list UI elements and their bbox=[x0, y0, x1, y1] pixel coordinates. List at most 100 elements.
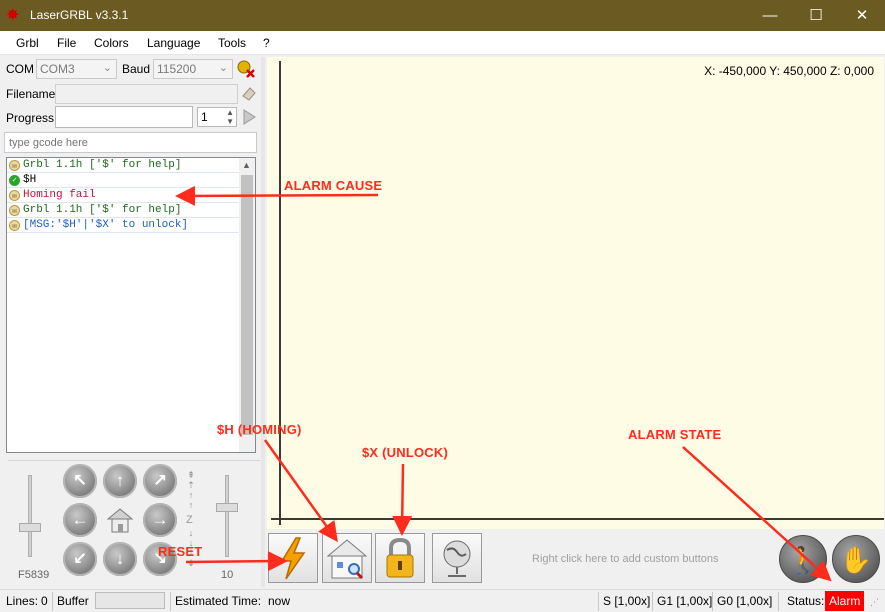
globe-icon bbox=[443, 540, 471, 577]
info-icon: ✉ bbox=[9, 190, 20, 201]
jog-up-button[interactable]: ↑ bbox=[103, 464, 137, 498]
annotation-alarm-state: ALARM STATE bbox=[628, 427, 722, 442]
custom-buttons-hint[interactable]: Right click here to add custom buttons bbox=[532, 553, 718, 565]
console-scrollbar[interactable]: ▲ bbox=[239, 158, 255, 452]
jog-up-left-button[interactable]: ↖ bbox=[63, 464, 97, 498]
baud-label: Baud bbox=[122, 62, 151, 76]
menu-bar: Grbl File Colors Language Tools ? bbox=[0, 31, 885, 55]
z-jog-up-buttons[interactable]: ⇞ ⇡ ↑ ↑ bbox=[185, 470, 197, 510]
arrow-up-icon: ↑ bbox=[115, 471, 125, 490]
jog-down-left-button[interactable]: ↙ bbox=[63, 542, 97, 576]
buffer-label: Buffer bbox=[57, 594, 89, 608]
play-icon bbox=[243, 109, 256, 125]
filename-label: Filename bbox=[6, 87, 56, 101]
stop-button[interactable]: ✋ bbox=[832, 535, 880, 583]
resize-grip-icon[interactable]: ⋰ bbox=[870, 597, 879, 608]
menu-grbl[interactable]: Grbl bbox=[9, 31, 46, 55]
status-bar: Lines: 0 Buffer Estimated Time: now S [1… bbox=[0, 589, 885, 612]
scrollbar-thumb[interactable] bbox=[241, 175, 253, 435]
com-label: COM bbox=[6, 62, 34, 76]
annotation-unlock: $X (UNLOCK) bbox=[362, 445, 448, 460]
arrow-down-icon: ↓ bbox=[115, 549, 125, 568]
menu-colors[interactable]: Colors bbox=[87, 31, 136, 55]
close-button[interactable]: ✕ bbox=[839, 0, 885, 31]
info-icon: ✉ bbox=[9, 220, 20, 231]
log-line: ✉ Homing fail bbox=[7, 188, 239, 203]
menu-help[interactable]: ? bbox=[256, 31, 277, 55]
scroll-up-icon[interactable]: ▲ bbox=[242, 160, 251, 170]
arrow-down-left-icon: ↙ bbox=[72, 549, 88, 568]
laser-logo-icon: ✸ bbox=[6, 7, 20, 24]
stop-hand-icon: ✋ bbox=[839, 545, 873, 575]
jog-left-button[interactable]: ← bbox=[63, 503, 97, 537]
jog-home-button[interactable] bbox=[104, 505, 136, 535]
log-line: ✉ Grbl 1.1h ['$' for help] bbox=[7, 158, 239, 173]
step-value: 10 bbox=[221, 569, 234, 581]
status-label: Status: bbox=[787, 594, 825, 608]
coordinates-readout: X: -450,000 Y: 450,000 Z: 0,000 bbox=[704, 64, 874, 78]
x-axis-line bbox=[271, 518, 884, 520]
progress-label: Progress bbox=[6, 111, 55, 125]
feed-slider-track[interactable] bbox=[28, 475, 32, 557]
g1-override[interactable]: G1 [1,00x] bbox=[657, 594, 712, 608]
baud-rate-select[interactable]: 115200 ⌄ bbox=[153, 59, 233, 79]
baud-rate-value: 115200 bbox=[157, 62, 197, 76]
step-slider-track[interactable] bbox=[225, 475, 229, 557]
z-axis-label: Z bbox=[186, 514, 193, 526]
console-log[interactable]: ✉ Grbl 1.1h ['$' for help] ✓ $H ✉ Homing… bbox=[6, 157, 256, 453]
estimated-time-label: Estimated Time: bbox=[175, 594, 262, 608]
separator bbox=[712, 592, 713, 611]
feed-value: F5839 bbox=[18, 569, 50, 581]
unlock-button[interactable] bbox=[375, 533, 425, 583]
reset-button[interactable] bbox=[268, 533, 318, 583]
menu-language[interactable]: Language bbox=[140, 31, 207, 55]
abort-button[interactable]: 🚶 bbox=[779, 535, 827, 583]
progress-bar bbox=[55, 106, 193, 128]
separator bbox=[652, 592, 653, 611]
menu-file[interactable]: File bbox=[50, 31, 83, 55]
padlock-icon bbox=[386, 537, 414, 578]
chevron-down-icon: ⌄ bbox=[218, 62, 228, 74]
status-badge: Alarm bbox=[825, 591, 865, 611]
maximize-button[interactable]: ☐ bbox=[793, 0, 839, 31]
minimize-button[interactable]: — bbox=[747, 0, 793, 31]
info-icon: ✉ bbox=[9, 205, 20, 216]
g0-override[interactable]: G0 [1,00x] bbox=[717, 594, 772, 608]
buffer-bar bbox=[95, 592, 165, 609]
run-button[interactable] bbox=[241, 108, 257, 126]
preview-canvas[interactable]: X: -450,000 Y: 450,000 Z: 0,000 bbox=[267, 57, 884, 529]
log-line: ✓ $H bbox=[7, 173, 239, 188]
filename-field bbox=[55, 84, 238, 104]
feed-slider-knob[interactable] bbox=[19, 523, 41, 532]
menu-tools[interactable]: Tools bbox=[211, 31, 253, 55]
connect-button[interactable] bbox=[236, 58, 256, 78]
home-icon bbox=[106, 508, 134, 533]
stepper-arrows-icon: ▲ ▼ bbox=[226, 108, 234, 126]
panel-splitter[interactable] bbox=[261, 57, 265, 587]
arrow-left-icon: ← bbox=[71, 510, 89, 529]
title-bar: ✸ LaserGRBL v3.3.1 — ☐ ✕ bbox=[0, 0, 885, 31]
lines-label: Lines: bbox=[6, 594, 39, 608]
gcode-input[interactable] bbox=[4, 132, 257, 153]
separator bbox=[778, 592, 779, 611]
home-search-icon bbox=[326, 539, 368, 580]
jog-down-button[interactable]: ↓ bbox=[103, 542, 137, 576]
com-port-select[interactable]: COM3 ⌄ bbox=[36, 59, 117, 79]
jog-up-right-button[interactable]: ↗ bbox=[143, 464, 177, 498]
copies-stepper[interactable]: 1 ▲ ▼ bbox=[197, 107, 237, 127]
lines-value: 0 bbox=[41, 594, 48, 608]
world-map-button[interactable] bbox=[432, 533, 482, 583]
arrow-right-icon: → bbox=[151, 510, 169, 529]
lightning-icon bbox=[280, 537, 306, 580]
copies-value: 1 bbox=[201, 110, 208, 124]
s-override[interactable]: S [1,00x] bbox=[603, 594, 650, 608]
open-file-button[interactable] bbox=[241, 84, 257, 102]
walking-person-icon: 🚶 bbox=[786, 545, 820, 575]
jog-right-button[interactable]: → bbox=[143, 503, 177, 537]
homing-button[interactable] bbox=[322, 533, 372, 583]
step-slider-knob[interactable] bbox=[216, 503, 238, 512]
annotation-reset: RESET bbox=[158, 544, 203, 559]
log-line: ✉ Grbl 1.1h ['$' for help] bbox=[7, 203, 239, 218]
eraser-icon bbox=[242, 87, 256, 101]
check-icon: ✓ bbox=[9, 175, 20, 186]
